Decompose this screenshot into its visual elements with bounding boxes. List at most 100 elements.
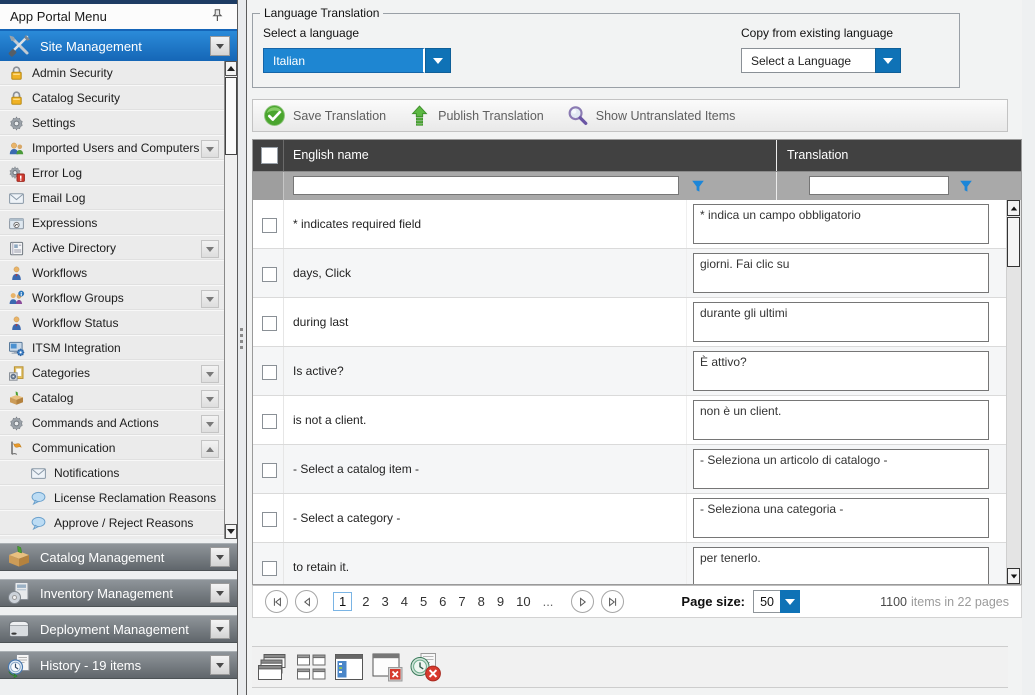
scroll-up-button[interactable] [225, 61, 237, 76]
select-all-checkbox[interactable] [261, 147, 278, 164]
row-checkbox[interactable] [262, 267, 277, 282]
pin-icon[interactable] [210, 8, 225, 23]
copy-language-select[interactable]: Select a Language [741, 48, 901, 73]
section-collapse-button[interactable] [210, 36, 230, 56]
translation-input[interactable] [693, 302, 989, 342]
page-number-button[interactable]: 3 [381, 594, 388, 609]
next-page-icon [578, 597, 588, 607]
next-page-button[interactable] [571, 590, 594, 613]
filter-funnel-icon[interactable] [959, 179, 973, 193]
row-checkbox[interactable] [262, 414, 277, 429]
item-expand-button[interactable] [201, 240, 219, 258]
sidebar-item-expressions[interactable]: Expressions [0, 211, 224, 236]
sidebar-section-inventory-management[interactable]: Inventory Management [0, 579, 237, 607]
cascade-windows-icon[interactable] [256, 650, 290, 684]
item-expand-button[interactable] [201, 365, 219, 383]
page-number-button[interactable]: 9 [497, 594, 504, 609]
sidebar-section-history-19-items[interactable]: History - 19 items [0, 651, 237, 679]
show-untranslated-button[interactable]: Show Untranslated Items [566, 104, 736, 127]
publish-translation-button[interactable]: Publish Translation [408, 104, 544, 127]
translation-input[interactable] [693, 449, 989, 489]
language-select[interactable]: Italian [263, 48, 451, 73]
sidebar-item-license-reclamation-reasons[interactable]: License Reclamation Reasons [0, 486, 224, 511]
row-checkbox[interactable] [262, 463, 277, 478]
sidebar-splitter[interactable] [237, 0, 247, 695]
item-expand-button[interactable] [201, 140, 219, 158]
tile-windows-icon[interactable] [294, 650, 328, 684]
translation-filter-input[interactable] [809, 176, 949, 195]
sidebar-section-site-management[interactable]: Site Management [0, 31, 237, 61]
translation-input[interactable] [693, 547, 989, 584]
sidebar-item-workflow-groups[interactable]: Workflow Groups [0, 286, 224, 311]
page-number-button[interactable]: 2 [362, 594, 369, 609]
sidebar-item-admin-security[interactable]: Admin Security [0, 61, 224, 86]
column-header-translation[interactable]: Translation [787, 140, 848, 171]
english-filter-input[interactable] [293, 176, 679, 195]
section-expand-button[interactable] [210, 547, 230, 567]
page-number-current[interactable]: 1 [333, 592, 352, 611]
translation-input[interactable] [693, 351, 989, 391]
row-checkbox[interactable] [262, 561, 277, 576]
sidebar-item-imported-users-and-computers[interactable]: Imported Users and Computers [0, 136, 224, 161]
page-number-button[interactable]: 6 [439, 594, 446, 609]
scrollbar-thumb[interactable] [225, 77, 237, 155]
sidebar-item-active-directory[interactable]: Active Directory [0, 236, 224, 261]
sidebar-item-categories[interactable]: Categories [0, 361, 224, 386]
item-expand-button[interactable] [201, 390, 219, 408]
cancel-history-icon[interactable] [408, 650, 442, 684]
filter-funnel-icon[interactable] [691, 179, 705, 193]
sidebar-item-notifications[interactable]: Notifications [0, 461, 224, 486]
sidebar-item-workflow-status[interactable]: Workflow Status [0, 311, 224, 336]
sidebar-item-workflows[interactable]: Workflows [0, 261, 224, 286]
page-number-button[interactable]: 4 [401, 594, 408, 609]
page-number-button[interactable]: 8 [478, 594, 485, 609]
pagination-bar: 12345678910... Page size: 50 1100items i… [252, 585, 1022, 618]
sidebar-item-itsm-integration[interactable]: ITSM Integration [0, 336, 224, 361]
sidebar-scrollbar[interactable] [224, 61, 238, 539]
page-size-select[interactable]: 50 [753, 590, 800, 613]
item-expand-button[interactable] [201, 440, 219, 458]
item-expand-button[interactable] [201, 415, 219, 433]
row-checkbox[interactable] [262, 316, 277, 331]
scrollbar-thumb[interactable] [1007, 217, 1020, 267]
translation-input[interactable] [693, 253, 989, 293]
last-page-button[interactable] [601, 590, 624, 613]
scroll-up-button[interactable] [1007, 200, 1020, 216]
scroll-down-button[interactable] [1007, 568, 1020, 584]
section-expand-button[interactable] [210, 583, 230, 603]
page-number-button[interactable]: 7 [458, 594, 465, 609]
tools-icon [6, 33, 32, 59]
sidebar-item-catalog[interactable]: Catalog [0, 386, 224, 411]
column-header-english[interactable]: English name [293, 140, 369, 171]
prev-page-button[interactable] [295, 590, 318, 613]
sidebar-item-email-log[interactable]: Email Log [0, 186, 224, 211]
scroll-down-button[interactable] [225, 524, 237, 539]
save-translation-button[interactable]: Save Translation [263, 104, 386, 127]
translation-input[interactable] [693, 498, 989, 538]
sidebar-item-approve-reject-reasons[interactable]: Approve / Reject Reasons [0, 511, 224, 536]
row-checkbox[interactable] [262, 512, 277, 527]
language-select-dropdown-button[interactable] [425, 48, 451, 73]
page-size-dropdown-button[interactable] [780, 590, 800, 613]
sidebar-item-settings[interactable]: Settings [0, 111, 224, 136]
sidebar-item-commands-and-actions[interactable]: Commands and Actions [0, 411, 224, 436]
section-expand-button[interactable] [210, 655, 230, 675]
close-window-icon[interactable] [370, 650, 404, 684]
translation-input[interactable] [693, 204, 989, 244]
sidebar-item-catalog-security[interactable]: Catalog Security [0, 86, 224, 111]
page-number-button[interactable]: 5 [420, 594, 427, 609]
row-checkbox[interactable] [262, 365, 277, 380]
first-page-button[interactable] [265, 590, 288, 613]
section-expand-button[interactable] [210, 619, 230, 639]
row-checkbox[interactable] [262, 218, 277, 233]
page-number-button[interactable]: 10 [516, 594, 530, 609]
sidebar-item-communication[interactable]: Communication [0, 436, 224, 461]
sidebar-section-deployment-management[interactable]: Deployment Management [0, 615, 237, 643]
translation-input[interactable] [693, 400, 989, 440]
copy-language-dropdown-button[interactable] [875, 48, 901, 73]
item-expand-button[interactable] [201, 290, 219, 308]
panel-window-icon[interactable] [332, 650, 366, 684]
sidebar-section-catalog-management[interactable]: Catalog Management [0, 543, 237, 571]
sidebar-item-error-log[interactable]: Error Log [0, 161, 224, 186]
grid-vertical-scrollbar[interactable] [1006, 200, 1021, 584]
